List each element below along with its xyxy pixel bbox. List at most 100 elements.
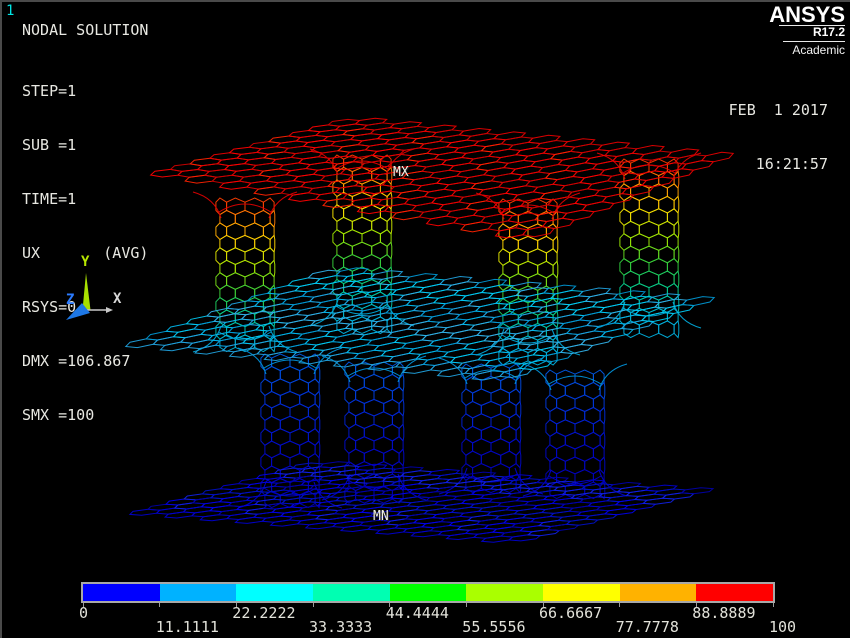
marker-max: MX [393,165,409,180]
mesh-edge [216,323,227,340]
mesh-edge [531,159,562,168]
mesh-edge [322,474,350,500]
mesh-edge [546,420,557,437]
mesh-edge [333,230,344,247]
solution-info-block: STEP=1 SUB =1 TIME=1 UX (AVG) RSYS=0 DMX… [22,46,148,460]
mesh-edge [399,399,404,416]
solution-line-dmx: DMX =106.867 [22,352,148,370]
mesh-edge [575,195,606,205]
mesh-edge [620,234,631,251]
legend-segment-0 [83,584,160,601]
mesh-edge [581,337,613,346]
mesh-edge [462,439,473,456]
legend-tick-7 [619,603,620,607]
mesh-edge [315,441,320,458]
solution-line-time: TIME=1 [22,190,148,208]
mesh-edge [600,432,605,449]
mesh-edge [622,321,654,330]
mesh-edge [220,335,235,352]
mesh-edge [674,246,679,263]
legend-label-4: 44.4444 [386,604,449,622]
mesh-edge [516,426,521,443]
mesh-edge [602,194,633,204]
mesh-edge [615,179,647,189]
analysis-datetime: FEB 1 2017 16:21:57 [729,65,828,209]
mesh-edge [600,407,605,424]
mesh-edge [270,235,275,252]
mesh-edge [620,184,631,201]
mesh-edge [682,297,714,306]
mesh-edge [674,271,679,288]
mesh-edge [270,260,275,277]
mesh-edge [356,487,374,504]
mesh-edge [399,449,404,466]
mesh-edge [269,192,297,218]
mesh-edge [238,348,266,374]
mesh-edge [238,482,266,508]
mesh-edge [573,169,604,178]
mesh-edge [216,198,227,215]
mesh-edge [216,223,227,240]
mesh-edge [600,457,605,474]
legend-label-2: 22.2222 [232,604,295,622]
legend-tick-3 [313,603,314,607]
legend-label-0: 0 [79,604,88,622]
mesh-edge [261,379,272,396]
pillared-graphene-model [126,118,733,542]
mesh-edge [516,401,521,418]
legend-segment-3 [313,584,390,601]
mesh-edge [314,482,342,508]
mesh-edge [261,354,272,371]
mesh-edge [499,249,510,266]
mesh-edge [160,342,192,351]
triad-label-z: Z [66,292,74,308]
mesh-edge [674,321,679,338]
legend-segment-7 [620,584,697,601]
legend-segment-5 [466,584,543,601]
ansys-logo-block: ANSYS R17.2 Academic [769,5,845,57]
mesh-edge [261,454,272,471]
mesh-edge [387,242,392,259]
analysis-time: 16:21:57 [729,155,828,173]
mesh-edge [462,414,473,431]
mesh-edge [216,248,227,265]
mesh-edge [566,163,597,172]
logo-divider [783,41,845,42]
mesh-edge [462,389,473,406]
mesh-edge [599,364,627,390]
legend-label-6: 66.6667 [539,604,602,622]
legend-segment-2 [236,584,313,601]
mesh-edge [345,387,356,404]
mesh-edge [462,364,473,381]
ansys-release: R17.2 [769,26,845,39]
ansys-edition: Academic [769,44,845,57]
mesh-edge [600,482,605,499]
legend-label-1: 11.1111 [156,618,219,636]
mesh-edge [674,196,679,213]
legend-segment-8 [696,584,773,601]
mesh-edge [315,416,320,433]
mesh-edge [600,167,631,176]
mesh-edge [553,236,558,253]
mesh-edge [620,209,631,226]
mesh-edge [193,192,221,218]
mesh-edge [659,321,674,338]
mesh-edge [333,255,344,272]
mesh-edge [682,161,713,171]
mesh-edge [642,313,674,322]
legend-label-9: 100 [769,618,796,636]
solution-line-sub: SUB =1 [22,136,148,154]
mesh-edge [568,189,599,199]
mesh-edge [639,321,658,338]
mesh-edge [345,437,356,454]
mesh-edge [553,177,584,186]
mesh-edge [588,181,619,191]
solution-line-step: STEP=1 [22,82,148,100]
mesh-edge [399,424,404,441]
mesh-edge [345,362,356,379]
mesh-edge [315,391,320,408]
legend-segment-6 [543,584,620,601]
legend-label-7: 77.7778 [616,618,679,636]
legend-label-8: 88.8889 [692,604,755,622]
mesh-edge [499,348,510,365]
